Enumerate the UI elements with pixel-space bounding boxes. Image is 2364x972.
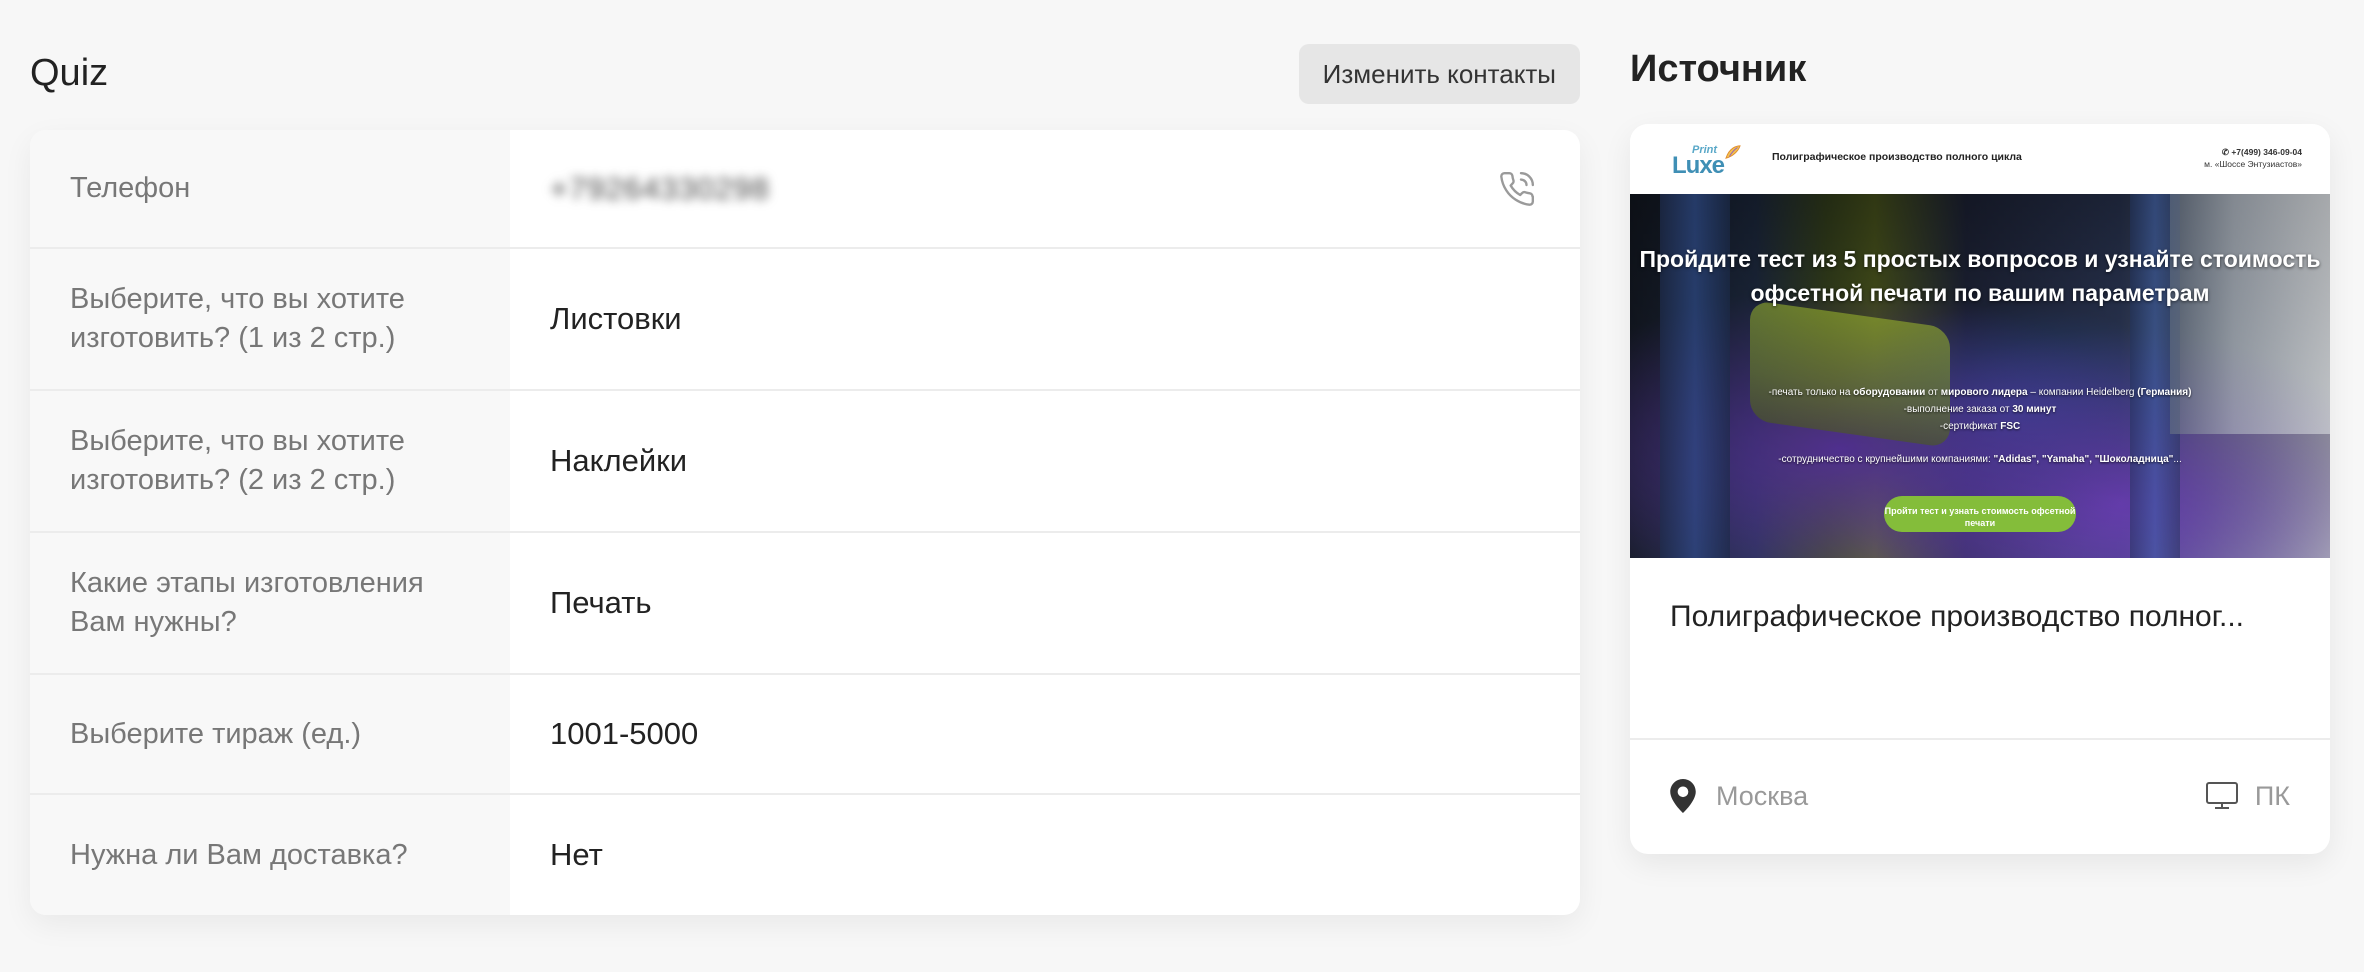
quiz-title: Quiz	[30, 52, 109, 94]
logo-leaf-icon	[1725, 145, 1741, 159]
source-name: Полиграфическое производство полног...	[1670, 600, 2245, 633]
monitor-icon	[2205, 782, 2238, 809]
site-preview-screenshot[interactable]: Print Luxe Полиграфическое производство …	[1630, 124, 2330, 558]
quiz-row-value: Печать	[550, 585, 652, 620]
edit-contacts-button[interactable]: Изменить контакты	[1298, 44, 1580, 104]
hero-bullet: -выполнение заказа от 30 минут	[1903, 404, 2057, 415]
quiz-row-value: Листовки	[550, 301, 682, 336]
location-pin-icon	[1670, 779, 1696, 813]
site-logo: Print Luxe	[1672, 144, 1741, 180]
quiz-row-label: Нужна ли Вам доставка?	[30, 795, 510, 915]
quiz-row-value: Нет	[550, 837, 603, 872]
quiz-row: Какие этапы изготовления Вам нужны? Печа…	[30, 533, 1580, 675]
logo-luxe-text: Luxe	[1672, 152, 1725, 179]
quiz-row: Выберите, что вы хотите изготовить? (2 и…	[30, 391, 1580, 533]
source-city: Москва	[1716, 780, 1809, 811]
hero-bullet: -сертификат FSC	[1939, 421, 2021, 432]
phone-call-icon[interactable]	[1498, 170, 1536, 208]
site-contacts: ✆ +7(499) 346-09-04 м. «Шоссе Энтузиасто…	[2204, 146, 2302, 170]
site-phone: ✆ +7(499) 346-09-04	[2221, 147, 2302, 157]
site-address: м. «Шоссе Энтузиастов»	[2204, 159, 2302, 169]
phone-number-blurred: +79264330298	[550, 170, 770, 206]
quiz-row-value: 1001-5000	[550, 716, 699, 751]
divider	[1630, 738, 2330, 740]
hero-headline: Пройдите тест из 5 простых вопросов и уз…	[1639, 246, 2321, 306]
source-card[interactable]: Print Luxe Полиграфическое производство …	[1630, 124, 2330, 854]
site-hero-banner: Пройдите тест из 5 простых вопросов и уз…	[1630, 194, 2330, 558]
quiz-row-label: Телефон	[30, 130, 510, 247]
quiz-header: Quiz Изменить контакты	[30, 44, 1580, 106]
quiz-row: Нужна ли Вам доставка? Нет	[30, 795, 1580, 915]
quiz-row-label: Какие этапы изготовления Вам нужны?	[30, 533, 510, 673]
quiz-row-label: Выберите тираж (ед.)	[30, 675, 510, 793]
site-tagline: Полиграфическое производство полного цик…	[1772, 151, 2022, 163]
source-title: Источник	[1630, 48, 1807, 90]
quiz-row-label: Выберите, что вы хотите изготовить? (2 и…	[30, 391, 510, 531]
site-cta-button: Пройти тест и узнать стоимость офсетной …	[1884, 496, 2076, 532]
quiz-row-value: Наклейки	[550, 443, 688, 478]
hero-bullet: -сотрудничество с крупнейшими компаниями…	[1778, 454, 2182, 465]
quiz-row: Выберите, что вы хотите изготовить? (1 и…	[30, 249, 1580, 391]
hero-bullets: -печать только на оборудовании от мирово…	[1630, 384, 2330, 468]
quiz-row-value: +79264330298	[510, 130, 1580, 247]
site-preview-header: Print Luxe Полиграфическое производство …	[1630, 124, 2330, 194]
quiz-row: Выберите тираж (ед.) 1001-5000	[30, 675, 1580, 795]
source-device-label: ПК	[2254, 780, 2290, 811]
quiz-row-label: Выберите, что вы хотите изготовить? (1 и…	[30, 249, 510, 389]
quiz-row-phone: Телефон +79264330298	[30, 130, 1580, 249]
source-device: ПК	[2205, 776, 2290, 816]
quiz-answers-table: Телефон +79264330298 Выберите, что вы хо…	[30, 130, 1580, 915]
source-geo: Москва	[1670, 776, 1808, 816]
hero-bullet: -печать только на оборудовании от мирово…	[1768, 387, 2192, 398]
